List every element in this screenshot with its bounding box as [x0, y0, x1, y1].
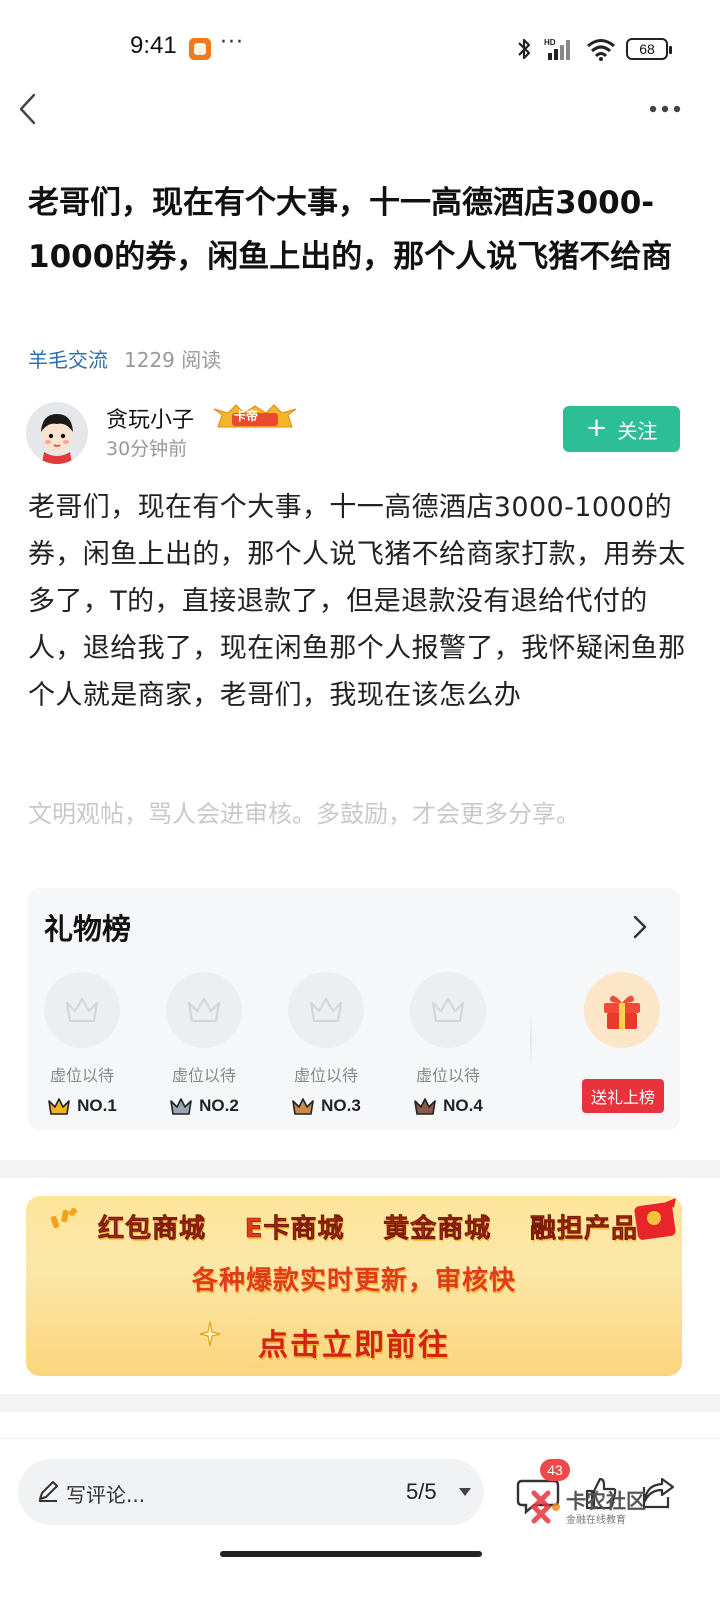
section-divider: [0, 1160, 720, 1178]
empty-slot-avatar: [288, 972, 364, 1048]
status-icons: HD 68: [514, 36, 672, 62]
rank-label: NO.3: [321, 1096, 361, 1115]
post-body: 老哥们，现在有个大事，十一高德酒店3000-1000的券，闲鱼上出的，那个人说飞…: [28, 492, 686, 711]
follow-button[interactable]: + 关注: [563, 406, 680, 452]
banner-item: 黄金商城: [383, 1214, 492, 1245]
banner-item: 融担产品: [529, 1214, 638, 1245]
empty-slot-avatar: [44, 972, 120, 1048]
home-indicator[interactable]: [220, 1551, 482, 1557]
gift-box-icon: [604, 995, 640, 1029]
banner-slogan: 各种爆款实时更新，审核快: [191, 1266, 516, 1296]
crown-outline-icon: [65, 997, 99, 1023]
section-divider: [0, 1394, 720, 1412]
caret-down-icon[interactable]: [458, 1487, 472, 1497]
battery-indicator: 68: [626, 38, 672, 60]
avatar-cartoon-icon: [26, 402, 88, 464]
comment-input[interactable]: 写评论... 5/5: [18, 1459, 484, 1525]
crown-bronze-icon: [292, 1098, 314, 1115]
rank-label: NO.1: [77, 1096, 117, 1115]
gift-slot[interactable]: 虚位以待 NO.4: [408, 972, 488, 1116]
read-count: 1229 阅读: [124, 348, 222, 372]
slot-label: 虚位以待: [49, 1066, 114, 1085]
status-bar: 9:41 ··· HD 68: [0, 0, 720, 96]
banner-cta: 点击立即前往: [258, 1328, 450, 1363]
gift-slot[interactable]: 虚位以待 NO.2: [164, 972, 244, 1116]
watermark-subtext: 金融在线教育: [566, 1515, 626, 1526]
svg-text:HD: HD: [544, 38, 556, 47]
watermark-text: 卡农社区: [566, 1489, 646, 1513]
promo-banner[interactable]: 红包商城 E卡商城 黄金商城 融担产品 各种爆款实时更新，审核快 点击立即前往: [26, 1196, 682, 1376]
gift-slot[interactable]: 虚位以待 NO.3: [286, 972, 366, 1116]
comment-count-badge: 43: [540, 1459, 570, 1481]
crown-brown-icon: [414, 1098, 436, 1115]
gift-board: 礼物榜 虚位以待 NO.1 虚位以待 NO.2 虚位以待 NO.3 虚位以待 N…: [28, 888, 680, 1130]
rank-label: NO.4: [443, 1096, 483, 1115]
gift-board-title: 礼物榜: [44, 912, 132, 946]
banner-item: E卡商城: [244, 1214, 345, 1245]
slot-rank: NO.3: [286, 1096, 366, 1116]
author-avatar[interactable]: [26, 402, 88, 464]
chevron-right-icon[interactable]: [632, 914, 648, 940]
red-envelope-icon: [634, 1198, 676, 1240]
plus-icon: +: [585, 412, 608, 443]
signal-icon: HD: [544, 38, 570, 60]
crown-outline-icon: [309, 997, 343, 1023]
crown-silver-icon: [170, 1098, 192, 1115]
empty-slot-avatar: [166, 972, 242, 1048]
crown-outline-icon: [187, 997, 221, 1023]
post-meta: 羊毛交流 1229 阅读: [28, 344, 221, 373]
post-time: 30分钟前: [106, 438, 188, 460]
slot-rank: NO.4: [408, 1096, 488, 1116]
more-notifications-icon: ···: [220, 30, 244, 55]
slot-rank: NO.2: [164, 1096, 244, 1116]
bottom-bar: 写评论... 5/5 43 卡农社区 金融在线教育: [0, 1438, 720, 1600]
author-name[interactable]: 贪玩小子: [106, 402, 194, 434]
banner-item: 红包商城: [98, 1214, 207, 1245]
follow-label: 关注: [617, 418, 658, 443]
author-badge: 卡帝: [234, 409, 259, 423]
wifi-icon: [587, 39, 615, 61]
rank-label: NO.2: [199, 1096, 239, 1115]
crown-gold-icon: [48, 1098, 70, 1115]
crown-outline-icon: [431, 997, 465, 1023]
status-time: 9:41: [130, 32, 177, 59]
comment-placeholder: 写评论...: [66, 1483, 146, 1507]
banner-categories: 红包商城 E卡商城 黄金商城 融担产品: [98, 1208, 638, 1245]
community-notice: 文明观帖，骂人会进审核。多鼓励，才会更多分享。: [28, 800, 580, 828]
more-options-icon[interactable]: [648, 104, 682, 114]
slot-label: 虚位以待: [293, 1066, 358, 1085]
board-link[interactable]: 羊毛交流: [28, 344, 108, 373]
slot-label: 虚位以待: [415, 1066, 480, 1085]
send-gift-button[interactable]: 送礼上榜: [582, 1079, 664, 1113]
slot-label: 虚位以待: [171, 1066, 236, 1085]
divider: [530, 1012, 532, 1068]
app-notification-icon: [189, 38, 211, 60]
empty-slot-avatar: [410, 972, 486, 1048]
gift-button[interactable]: [584, 972, 660, 1048]
bluetooth-icon: [518, 38, 531, 60]
back-arrow-icon[interactable]: [16, 92, 40, 126]
gift-slot[interactable]: 虚位以待 NO.1: [42, 972, 122, 1116]
burst-icon: [50, 1207, 78, 1229]
post-title: 老哥们，现在有个大事，十一高德酒店3000-1000的券，闲鱼上出的，那个人说飞…: [28, 185, 673, 275]
slot-rank: NO.1: [42, 1096, 122, 1116]
pencil-icon: [39, 1481, 58, 1502]
page-indicator[interactable]: 5/5: [406, 1479, 437, 1505]
